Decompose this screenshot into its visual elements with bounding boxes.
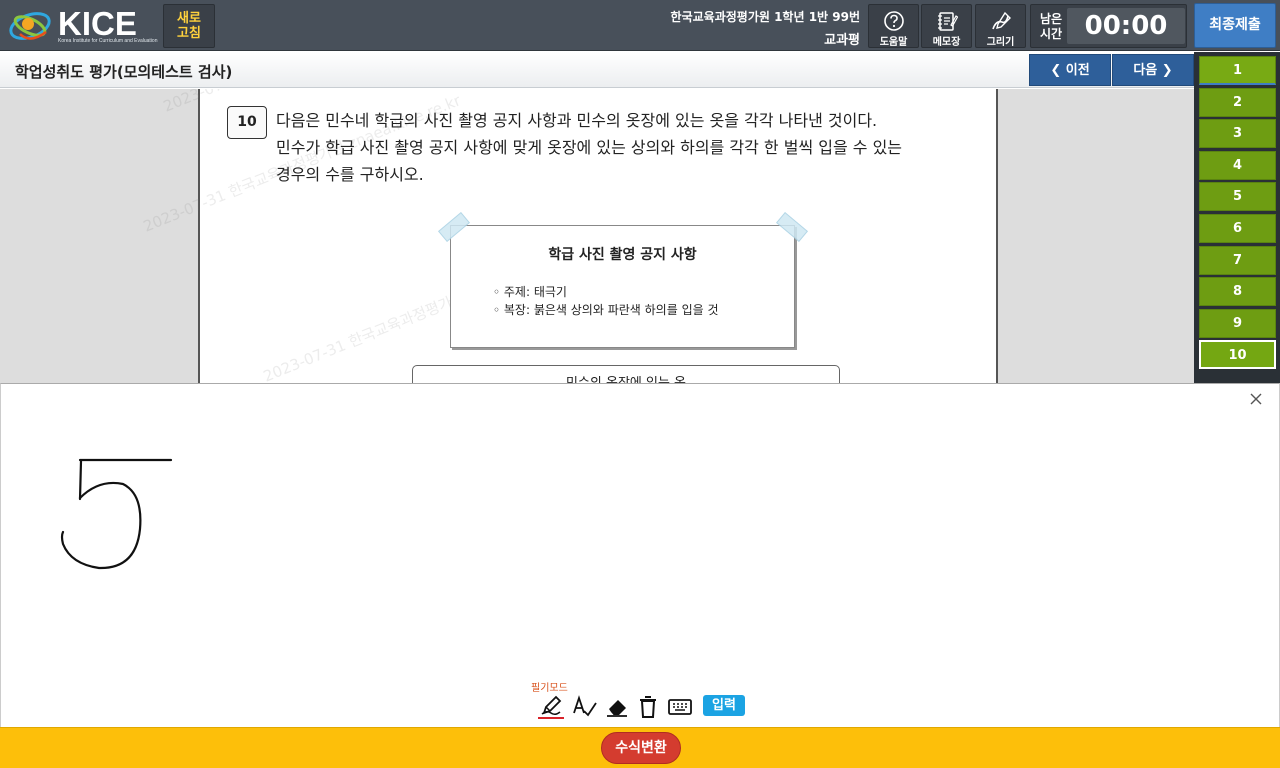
next-button[interactable]: 다음 ❯: [1112, 54, 1194, 86]
eraser-icon[interactable]: [603, 693, 631, 721]
draw-label: 그리기: [986, 37, 1015, 48]
question-text-line: 경우의 수를 구하시오.: [276, 165, 424, 184]
question-nav-item[interactable]: 3: [1199, 119, 1276, 148]
input-button[interactable]: 입력: [703, 695, 745, 716]
question-nav-item[interactable]: 6: [1199, 214, 1276, 243]
question-text: 다음은 민수네 학급의 사진 촬영 공지 사항과 민수의 옷장에 있는 옷을 각…: [276, 107, 976, 188]
handwriting-canvas[interactable]: [1, 384, 1280, 674]
timer: 남은 시간 00:00: [1030, 4, 1187, 48]
help-button[interactable]: 도움말: [868, 4, 919, 48]
convert-formula-button[interactable]: 수식변환: [601, 732, 681, 764]
question-nav-item[interactable]: 5: [1199, 182, 1276, 211]
handwriting-panel: 필기모드 입력: [0, 383, 1280, 727]
exam-name: 교과평: [824, 33, 860, 48]
question-nav-item[interactable]: 2: [1199, 88, 1276, 117]
kice-logo-mark-icon: [9, 12, 51, 40]
tape-decoration: [438, 211, 470, 243]
notepad-button[interactable]: 메모장: [921, 4, 972, 48]
question-number: 10: [227, 106, 267, 139]
photo-notice-card: 학급 사진 촬영 공지 사항 ◦ 주제: 태극기 ◦ 복장: 붉은색 상의와 파…: [438, 211, 808, 348]
question-nav-item[interactable]: 9: [1199, 309, 1276, 338]
question-nav-item[interactable]: 1: [1199, 56, 1276, 85]
draw-button[interactable]: 그리기: [975, 4, 1026, 48]
logo-subtitle: Korea Institute for Curriculum and Evalu…: [58, 38, 158, 44]
question-text-line: 다음은 민수네 학급의 사진 촬영 공지 사항과 민수의 옷장에 있는 옷을 각…: [276, 111, 878, 130]
notepad-icon: [937, 12, 958, 31]
timer-value: 00:00: [1067, 8, 1185, 44]
question-nav: 1 2 3 4 5 6 7 8 9 10: [1194, 52, 1280, 383]
question-nav-item[interactable]: 4: [1199, 151, 1276, 180]
notice-title: 학급 사진 촬영 공지 사항: [548, 247, 697, 263]
handwriting-recognize-icon[interactable]: [570, 693, 598, 721]
question-text-line: 민수가 학급 사진 촬영 공지 사항에 맞게 옷장에 있는 상의와 하의를 각각…: [276, 138, 903, 157]
notice-item-dress: ◦ 복장: 붉은색 상의와 파란색 하의를 입을 것: [493, 303, 719, 317]
title-bar: 학업성취도 평가(모의테스트 검사): [0, 52, 1194, 88]
question-nav-item-active[interactable]: 10: [1199, 340, 1276, 369]
question-nav-item[interactable]: 7: [1199, 246, 1276, 275]
timer-label: 남은 시간: [1039, 12, 1063, 41]
question-nav-item[interactable]: 8: [1199, 277, 1276, 306]
keyboard-icon[interactable]: [666, 693, 694, 721]
help-icon: [883, 11, 904, 31]
closet-box: 민수의 옷장에 있는 옷: [412, 365, 840, 383]
handwriting-mode-label: 필기모드: [531, 683, 568, 694]
handwritten-digit-stroke: [60, 458, 173, 570]
draw-icon: [991, 11, 1011, 30]
refresh-label: 새로 고침: [177, 11, 201, 41]
pen-icon[interactable]: [537, 693, 565, 721]
prev-button[interactable]: ❮ 이전: [1029, 54, 1111, 86]
closet-title: 민수의 옷장에 있는 옷: [413, 372, 839, 383]
exam-info: 한국교육과정평가원 1학년 1반 99번 교과평: [671, 8, 860, 48]
final-submit-button[interactable]: 최종제출: [1194, 3, 1276, 48]
refresh-button[interactable]: 새로 고침: [163, 4, 215, 48]
notice-item-theme: ◦ 주제: 태극기: [493, 285, 567, 299]
top-bar: KICE Korea Institute for Curriculum and …: [0, 0, 1280, 51]
bottom-bar: 수식변환: [0, 727, 1280, 768]
kice-logo: KICE Korea Institute for Curriculum and …: [6, 4, 158, 46]
student-info: 한국교육과정평가원 1학년 1반 99번: [670, 10, 860, 24]
tape-decoration: [776, 211, 808, 243]
question-paper: 2023-07-31 한국교육과정평가원 znaea.kice.re.kr 20…: [141, 89, 998, 383]
notepad-label: 메모장: [932, 37, 961, 48]
trash-icon[interactable]: [634, 693, 662, 721]
help-label: 도움말: [879, 37, 908, 48]
question-content: 2023-07-31 한국교육과정평가원 znaea.kice.re.kr 20…: [0, 89, 1194, 383]
page-title: 학업성취도 평가(모의테스트 검사): [15, 63, 233, 81]
